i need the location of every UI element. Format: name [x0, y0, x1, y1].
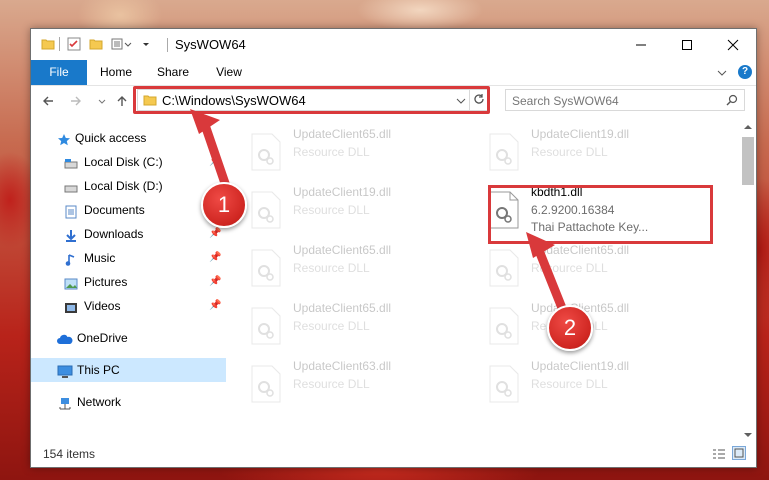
annotation-arrows [190, 109, 571, 323]
callout-step-2: 2 [547, 305, 593, 351]
callout-step-1: 1 [201, 182, 247, 228]
